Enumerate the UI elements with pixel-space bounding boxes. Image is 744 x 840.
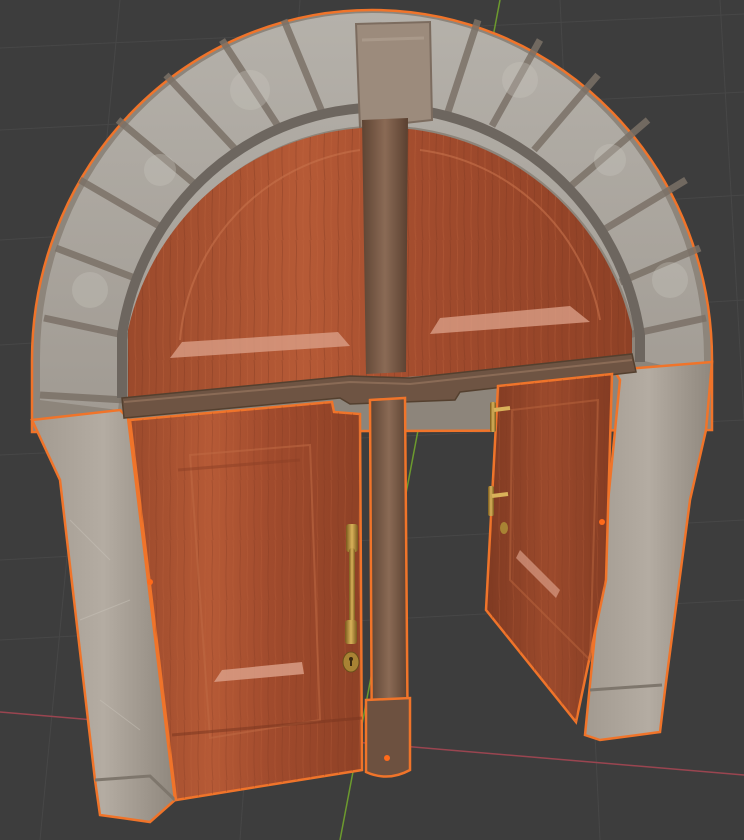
3d-viewport[interactable]: [0, 0, 744, 840]
center-mullion-post[interactable]: [362, 118, 412, 778]
object-origin-dot: [147, 579, 153, 585]
object-origin-dot: [384, 755, 390, 761]
keyhole-icon: [342, 651, 360, 673]
object-origin-dot: [599, 519, 605, 525]
viewport-canvas[interactable]: [0, 0, 744, 840]
arch-keystone[interactable]: [354, 20, 434, 130]
